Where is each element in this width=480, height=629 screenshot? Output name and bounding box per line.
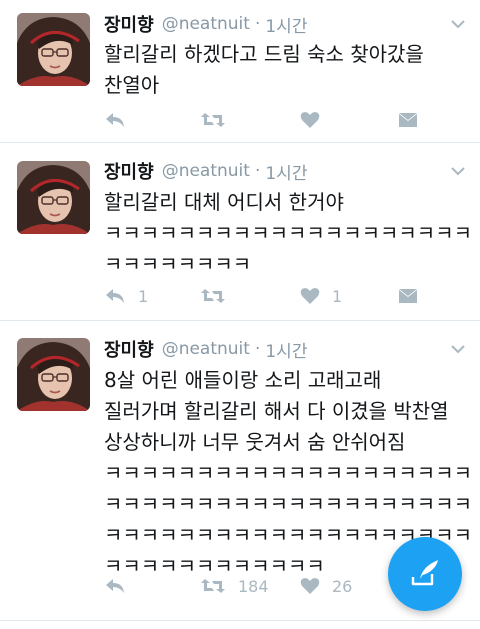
tweet-header: 장미향 @neatnuit · 1시간	[104, 157, 464, 185]
retweet-button[interactable]: 184	[200, 574, 269, 598]
heart-icon	[300, 111, 320, 129]
retweet-icon	[200, 111, 226, 129]
retweet-icon	[200, 577, 226, 595]
timestamp[interactable]: 1시간	[265, 159, 307, 184]
timeline: 장미향 @neatnuit · 1시간 할리갈리 하겠다고 드림 숙소 찾아갔을…	[0, 0, 480, 629]
user-handle[interactable]: @neatnuit	[162, 14, 250, 34]
compose-tweet-button[interactable]	[388, 537, 462, 611]
avatar[interactable]	[17, 338, 90, 411]
reply-icon	[104, 577, 126, 595]
tweet-text: 할리갈리 하겠다고 드림 숙소 찾아갔을 찬열아	[104, 42, 424, 97]
retweet-count: 184	[238, 576, 269, 596]
reply-button[interactable]: 1	[104, 284, 148, 308]
tweet-actions: 1 1	[104, 284, 434, 308]
timestamp[interactable]: 1시간	[265, 12, 307, 37]
user-handle[interactable]: @neatnuit	[162, 339, 250, 359]
envelope-icon	[398, 288, 418, 305]
retweet-icon	[200, 287, 226, 305]
envelope-icon	[398, 112, 418, 129]
separator: ·	[254, 161, 261, 181]
like-count: 26	[332, 576, 353, 596]
retweet-button[interactable]	[200, 108, 238, 132]
like-button[interactable]	[300, 108, 332, 132]
heart-icon	[300, 577, 320, 595]
chevron-down-icon[interactable]	[448, 161, 468, 181]
tweet-actions: 184 26	[104, 574, 434, 598]
reply-icon	[104, 111, 126, 129]
reply-button[interactable]	[104, 574, 138, 598]
compose-tweet-icon	[410, 557, 440, 591]
user-display-name[interactable]: 장미향	[104, 11, 154, 37]
tweet-header: 장미향 @neatnuit · 1시간	[104, 10, 464, 38]
tweet-header: 장미향 @neatnuit · 1시간	[104, 335, 464, 363]
retweet-button[interactable]	[200, 284, 238, 308]
user-display-name[interactable]: 장미향	[104, 336, 154, 362]
chevron-down-icon[interactable]	[448, 14, 468, 34]
like-count: 1	[332, 286, 343, 306]
tweet[interactable]: 장미향 @neatnuit · 1시간 할리갈리 대체 어디서 한거야 ㅋㅋㅋㅋ…	[0, 143, 480, 321]
separator: ·	[254, 339, 261, 359]
avatar[interactable]	[17, 161, 90, 234]
tweet[interactable]: 장미향 @neatnuit · 1시간 할리갈리 하겠다고 드림 숙소 찾아갔을…	[0, 0, 480, 143]
like-button[interactable]: 26	[300, 574, 352, 598]
reply-button[interactable]	[104, 108, 138, 132]
chevron-down-icon[interactable]	[448, 339, 468, 359]
tweet-actions	[104, 108, 434, 132]
separator: ·	[254, 14, 261, 34]
reply-icon	[104, 287, 126, 305]
direct-message-button[interactable]	[398, 108, 418, 132]
user-display-name[interactable]: 장미향	[104, 158, 154, 184]
timestamp[interactable]: 1시간	[265, 337, 307, 362]
user-handle[interactable]: @neatnuit	[162, 161, 250, 181]
tweet-text: 할리갈리 대체 어디서 한거야 ㅋㅋㅋㅋㅋㅋㅋㅋㅋㅋㅋㅋㅋㅋㅋㅋㅋㅋㅋㅋ ㅋㅋㅋ…	[104, 190, 472, 276]
avatar[interactable]	[17, 13, 90, 86]
like-button[interactable]: 1	[300, 284, 342, 308]
reply-count: 1	[138, 286, 149, 306]
direct-message-button[interactable]	[398, 284, 418, 308]
heart-icon	[300, 287, 320, 305]
